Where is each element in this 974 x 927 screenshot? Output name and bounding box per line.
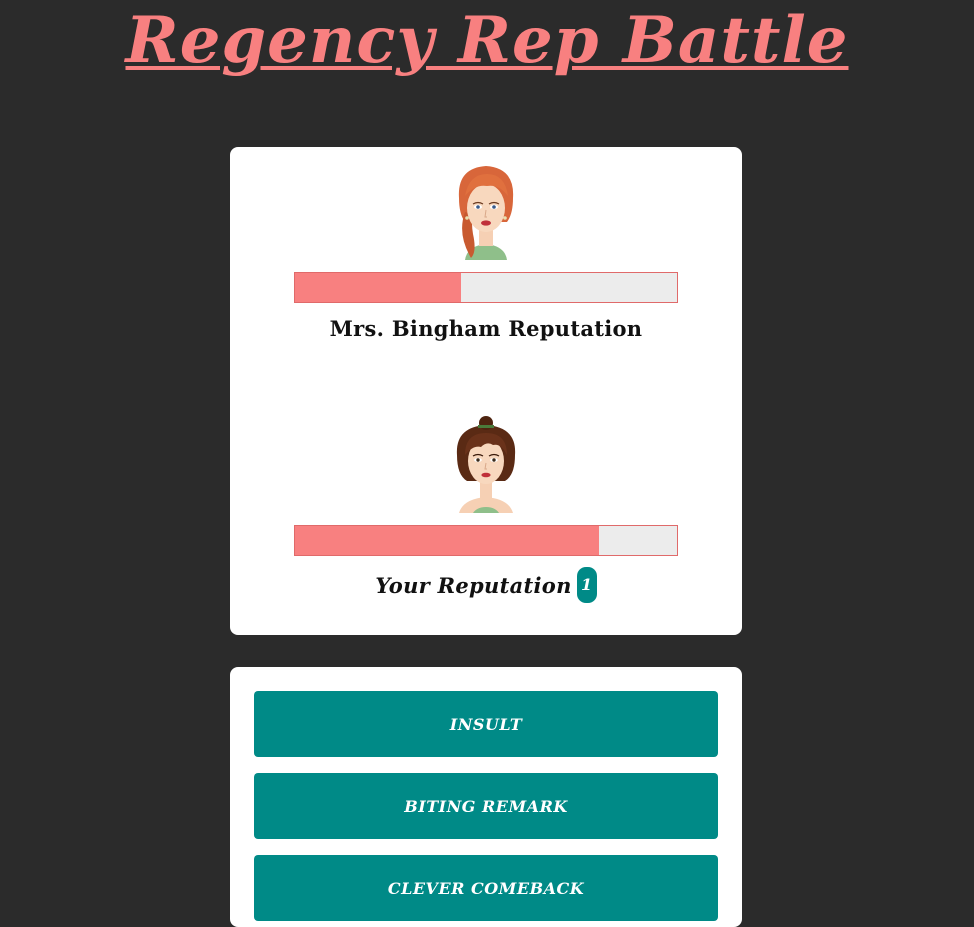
opponent-reputation-bar bbox=[294, 272, 678, 303]
clever-comeback-button[interactable]: CLEVER COMEBACK bbox=[254, 855, 718, 921]
game-title: Regency Rep Battle bbox=[125, 3, 849, 78]
player-portrait bbox=[443, 415, 529, 513]
opponent-portrait bbox=[443, 162, 529, 260]
player-lady-avatar-icon bbox=[456, 416, 516, 513]
reputation-panel: Mrs. Bingham Reputation Your Reputation … bbox=[230, 147, 742, 635]
player-reputation-bar bbox=[294, 525, 678, 556]
opponent-reputation-fill bbox=[295, 273, 462, 302]
actions-panel: INSULT BITING REMARK CLEVER COMEBACK bbox=[230, 667, 742, 927]
player-reputation-fill bbox=[295, 526, 599, 555]
biting-remark-button[interactable]: BITING REMARK bbox=[254, 773, 718, 839]
opponent-lady-avatar-icon bbox=[458, 166, 514, 260]
insult-button[interactable]: INSULT bbox=[254, 691, 718, 757]
player-reputation-text: Your Reputation bbox=[375, 572, 572, 598]
opponent-reputation-label: Mrs. Bingham Reputation bbox=[329, 316, 643, 341]
player-reputation-badge: 1 bbox=[576, 567, 597, 603]
player-reputation-label: Your Reputation 1 bbox=[230, 567, 742, 603]
